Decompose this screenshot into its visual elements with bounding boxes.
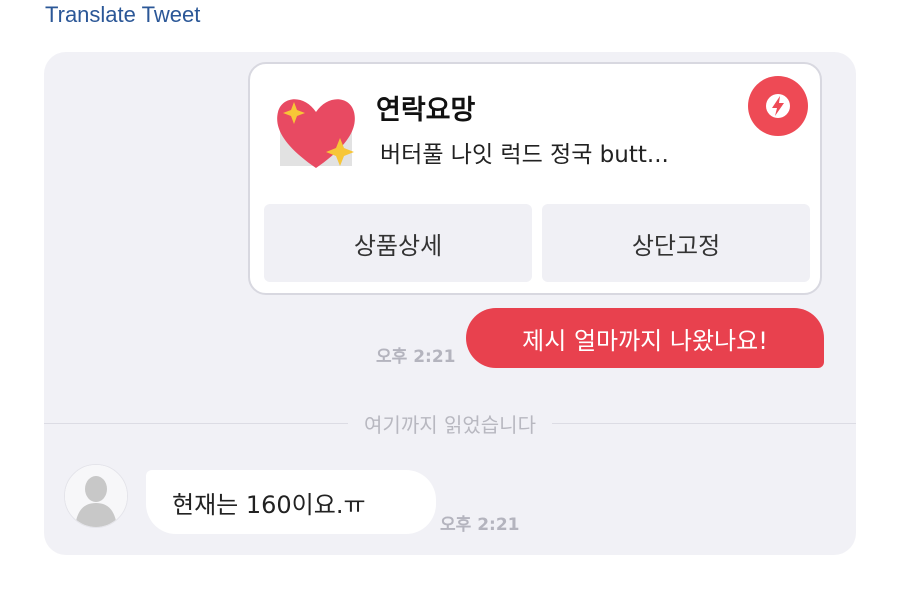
received-message-bubble: 현재는 160이요.ㅠ [146,470,436,534]
default-user-icon [65,465,127,527]
sparkling-heart-icon [274,88,358,172]
avatar[interactable] [64,464,128,528]
divider-line-right [551,422,856,424]
received-message-time: 오후 2:21 [440,515,520,535]
pin-to-top-button[interactable]: 상단고정 [542,204,810,282]
product-card[interactable]: 연락요망 버터풀 나잇 럭드 정국 butt... 상품상세 상단고정 [248,62,822,295]
translate-tweet-link[interactable]: Translate Tweet [45,0,200,30]
divider-line-left [44,422,349,424]
sent-message-time: 오후 2:21 [376,347,456,367]
flash-icon [748,76,808,136]
read-marker-text: 여기까지 읽었습니다 [364,412,536,437]
page: Translate Tweet 연락요망 버터풀 나잇 럭드 정국 butt..… [0,0,900,600]
sent-message-bubble: 제시 얼마까지 나왔나요! [466,308,824,368]
product-description: 버터풀 나잇 럭드 정국 butt... [380,142,669,168]
chat-panel: 연락요망 버터풀 나잇 럭드 정국 butt... 상품상세 상단고정 오후 2… [44,52,856,555]
read-marker-divider: 여기까지 읽었습니다 [44,408,856,438]
product-detail-button[interactable]: 상품상세 [264,204,532,282]
product-title: 연락요망 [376,95,476,126]
